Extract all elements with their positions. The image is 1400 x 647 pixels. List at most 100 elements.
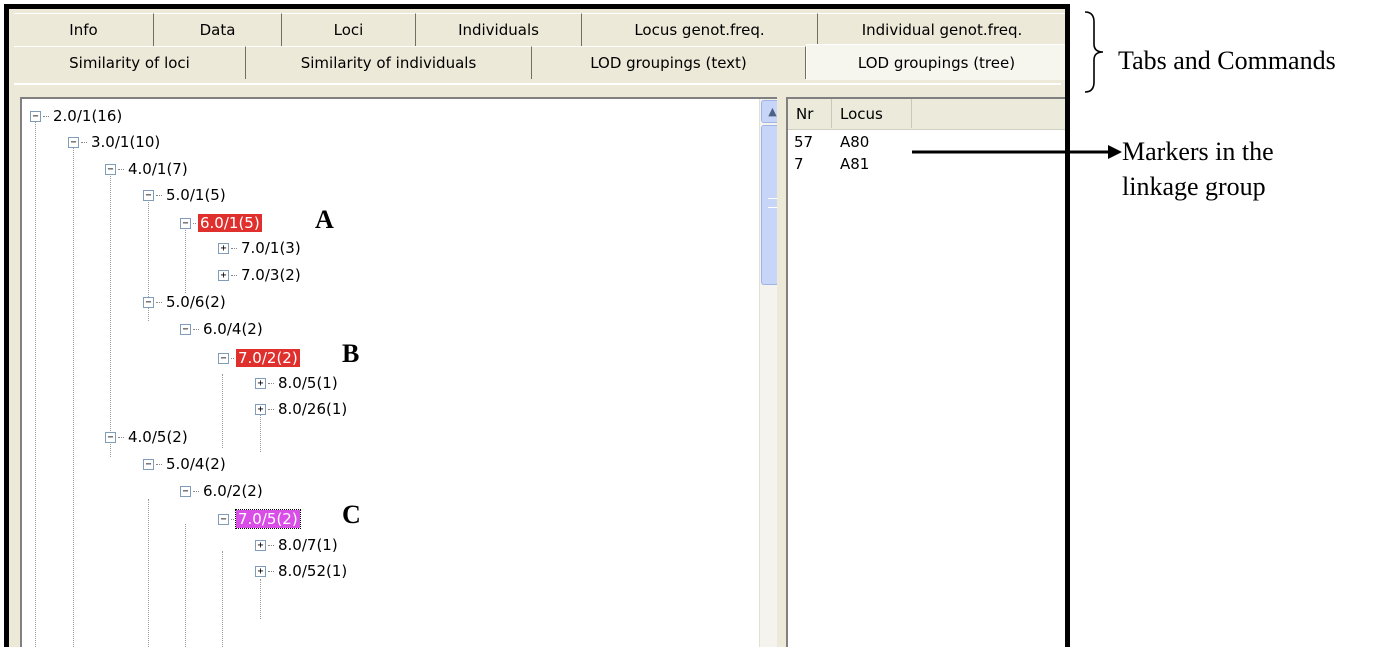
tree-connector — [193, 490, 199, 492]
curly-brace-icon — [1084, 11, 1104, 93]
tree-node[interactable]: −6.0/2(2) — [180, 481, 265, 501]
collapse-icon[interactable]: − — [30, 110, 41, 122]
tab-label: Individual genot.freq. — [861, 21, 1023, 39]
collapse-icon[interactable]: − — [218, 352, 229, 364]
vertical-scrollbar[interactable]: ▲ — [759, 99, 777, 647]
tab-lod-groupings-text[interactable]: LOD groupings (text) — [532, 46, 806, 79]
annotation-tabs-and-commands: Tabs and Commands — [1118, 46, 1336, 75]
tree-connector — [156, 194, 162, 196]
tree-node-label: 8.0/26(1) — [278, 400, 348, 418]
expand-icon[interactable]: + — [255, 377, 266, 389]
tree-node[interactable]: −2.0/1(16) — [30, 106, 124, 126]
tree-node-label: 6.0/2(2) — [203, 482, 263, 500]
collapse-icon[interactable]: − — [105, 431, 116, 443]
tab-label: Data — [199, 21, 236, 39]
expand-icon[interactable]: + — [218, 269, 229, 281]
tree-node-selected[interactable]: −6.0/1(5) — [180, 213, 262, 233]
tab-locus-genot-freq[interactable]: Locus genot.freq. — [582, 13, 818, 46]
tree-node[interactable]: −6.0/4(2) — [180, 319, 265, 339]
tree-node-label: 5.0/6(2) — [166, 293, 226, 311]
tab-individuals[interactable]: Individuals — [416, 13, 582, 46]
tree-connector — [231, 518, 234, 520]
collapse-icon[interactable]: − — [68, 136, 79, 148]
tab-label: LOD groupings (text) — [590, 54, 747, 72]
collapse-icon[interactable]: − — [180, 323, 191, 335]
tree-connector — [231, 357, 234, 359]
expand-icon[interactable]: + — [255, 565, 266, 577]
tab-label: Locus genot.freq. — [634, 21, 765, 39]
tree-node-selected[interactable]: −7.0/2(2) — [218, 348, 300, 368]
collapse-icon[interactable]: − — [143, 458, 154, 470]
collapse-icon[interactable]: − — [143, 296, 154, 308]
cell-locus: A80 — [840, 133, 870, 151]
tree-node[interactable]: −3.0/1(10) — [68, 132, 162, 152]
scrollbar-thumb[interactable] — [761, 125, 777, 285]
tree-node-label: 4.0/5(2) — [128, 428, 188, 446]
collapse-icon[interactable]: − — [180, 217, 191, 229]
tree-node[interactable]: +7.0/3(2) — [218, 265, 303, 285]
tab-similarity-of-individuals[interactable]: Similarity of individuals — [246, 46, 532, 79]
tab-label: Similarity of loci — [69, 54, 190, 72]
annotation-markers-line1: Markers in the — [1122, 137, 1274, 166]
grip-icon — [768, 198, 777, 208]
lod-tree-view[interactable]: −2.0/1(16) −3.0/1(10) −4.0/1(7) −5.0/1(5… — [20, 97, 777, 647]
scroll-up-button[interactable]: ▲ — [761, 100, 777, 123]
tree-node[interactable]: +7.0/1(3) — [218, 238, 303, 258]
tree-connector — [231, 274, 237, 276]
tree-node-label: 4.0/1(7) — [128, 160, 188, 178]
list-header: Nr Locus — [788, 99, 1065, 130]
collapse-icon[interactable]: − — [218, 513, 229, 525]
collapse-icon[interactable]: − — [105, 163, 116, 175]
tab-data[interactable]: Data — [154, 13, 282, 46]
tab-label: Loci — [333, 21, 364, 39]
tree-guide-line — [260, 579, 261, 619]
tab-lod-groupings-tree[interactable]: LOD groupings (tree) — [806, 44, 1065, 80]
tree-node[interactable]: −5.0/6(2) — [143, 292, 228, 312]
tree-guide-line — [185, 223, 186, 293]
tree-node[interactable]: +8.0/7(1) — [255, 535, 340, 555]
tree-guide-line — [185, 524, 186, 647]
tree-node[interactable]: −4.0/1(7) — [105, 159, 190, 179]
tree-connector — [156, 301, 162, 303]
collapse-icon[interactable]: − — [143, 189, 154, 201]
expand-icon[interactable]: + — [255, 539, 266, 551]
cell-nr: 7 — [794, 155, 804, 173]
column-header-nr[interactable]: Nr — [788, 99, 832, 128]
tree-guide-line — [73, 143, 74, 647]
tree-connector — [43, 115, 49, 117]
tree-connector — [156, 463, 162, 465]
tab-individual-genot-freq[interactable]: Individual genot.freq. — [818, 13, 1065, 46]
tab-loci[interactable]: Loci — [282, 13, 416, 46]
markers-list-view[interactable]: Nr Locus 57 A80 7 A81 — [786, 97, 1065, 647]
tree-connector — [193, 328, 199, 330]
tab-info[interactable]: Info — [14, 13, 154, 46]
tree-connector — [268, 570, 274, 572]
tree-node-label: 7.0/5(2) — [235, 509, 301, 529]
tree-node[interactable]: +8.0/5(1) — [255, 373, 340, 393]
tree-node-label: 2.0/1(16) — [53, 107, 123, 125]
tree-node[interactable]: −5.0/1(5) — [143, 185, 228, 205]
tree-node-focused[interactable]: −7.0/5(2) — [218, 509, 301, 529]
tree-node[interactable]: +8.0/26(1) — [255, 399, 349, 419]
expand-icon[interactable]: + — [218, 242, 229, 254]
expand-icon[interactable]: + — [255, 403, 266, 415]
tree-connector — [81, 141, 87, 143]
tab-label: Individuals — [458, 21, 539, 39]
annotation-markers-line2: linkage group — [1122, 172, 1266, 201]
collapse-icon[interactable]: − — [180, 485, 191, 497]
tree-connector — [268, 544, 274, 546]
tree-guide-line — [222, 551, 223, 647]
tab-label: Similarity of individuals — [300, 54, 477, 72]
marker-letter-a: A — [315, 205, 334, 234]
tree-node[interactable]: +8.0/52(1) — [255, 561, 349, 581]
arrow-right-icon — [912, 145, 1122, 159]
cell-locus: A81 — [840, 155, 870, 173]
tree-node-label: 8.0/52(1) — [278, 562, 348, 580]
tree-guide-line — [35, 117, 36, 647]
column-header-locus[interactable]: Locus — [832, 99, 912, 128]
tree-node[interactable]: −4.0/5(2) — [105, 427, 190, 447]
tree-node[interactable]: −5.0/4(2) — [143, 454, 228, 474]
tab-similarity-of-loci[interactable]: Similarity of loci — [14, 46, 246, 79]
application-window: Info Data Loci Individuals Locus genot.f… — [4, 4, 1070, 647]
tree-connector — [118, 436, 124, 438]
